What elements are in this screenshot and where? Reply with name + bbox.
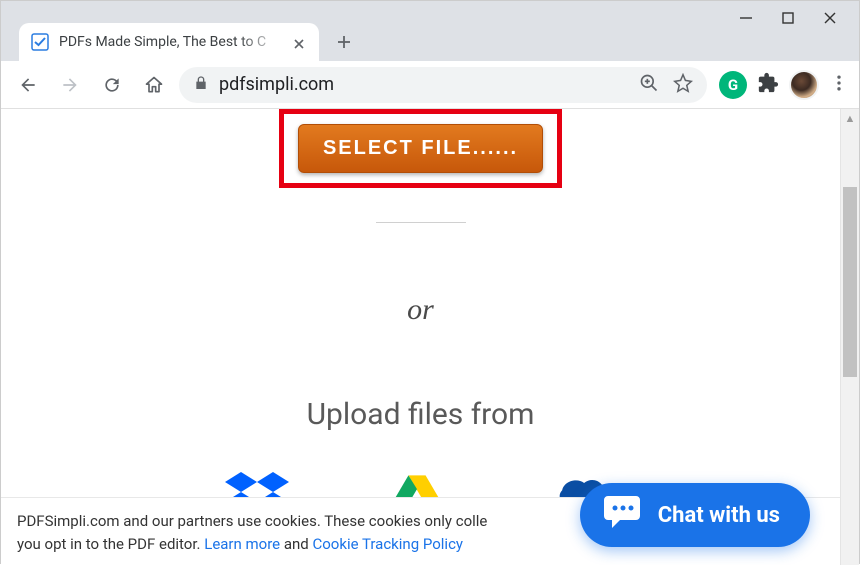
nav-home-button[interactable] [137, 68, 171, 102]
chat-bubble-icon [602, 494, 642, 536]
horizontal-divider [376, 222, 466, 223]
profile-avatar[interactable] [789, 70, 819, 100]
chrome-menu-icon[interactable] [829, 73, 849, 97]
upload-from-heading: Upload files from [307, 397, 535, 432]
browser-tab-active[interactable]: PDFs Made Simple, The Best to C [19, 23, 319, 61]
grammarly-extension-icon[interactable]: G [719, 71, 747, 99]
select-file-button[interactable]: SELECT FILE...... [298, 124, 543, 173]
nav-reload-button[interactable] [95, 68, 129, 102]
zoom-icon[interactable] [639, 73, 659, 97]
viewport: SELECT FILE...... or Upload files from [1, 109, 859, 565]
new-tab-button[interactable] [329, 27, 359, 57]
page-content: SELECT FILE...... or Upload files from [1, 109, 840, 565]
tab-favicon-icon [31, 33, 49, 51]
bookmark-star-icon[interactable] [673, 73, 693, 97]
window-maximize-button[interactable] [781, 11, 795, 25]
nav-back-button[interactable] [11, 68, 45, 102]
window-titlebar [1, 1, 859, 17]
extensions-puzzle-icon[interactable] [757, 72, 779, 98]
select-file-highlight: SELECT FILE...... [279, 109, 562, 188]
vertical-scrollbar[interactable]: ▲ [840, 109, 859, 565]
or-separator-text: or [407, 293, 434, 327]
lock-icon [193, 75, 209, 95]
tab-close-icon[interactable] [293, 35, 307, 49]
cookie-text-line2: you opt in to the PDF editor. [17, 535, 204, 553]
url-text: pdfsimpli.com [219, 74, 334, 95]
scrollbar-thumb[interactable] [843, 187, 857, 377]
cookie-policy-link[interactable]: Cookie Tracking Policy [312, 535, 463, 553]
tab-title: PDFs Made Simple, The Best to C [59, 34, 283, 50]
cookie-learn-more-link[interactable]: Learn more [204, 535, 280, 553]
cookie-and-text: and [280, 535, 312, 553]
window-minimize-button[interactable] [739, 11, 753, 25]
window-close-button[interactable] [823, 11, 837, 25]
address-bar[interactable]: pdfsimpli.com [179, 67, 707, 103]
chat-widget-button[interactable]: Chat with us [580, 483, 810, 547]
browser-tabstrip: PDFs Made Simple, The Best to C [1, 17, 859, 61]
chat-label: Chat with us [658, 503, 780, 528]
browser-toolbar: pdfsimpli.com G [1, 61, 859, 109]
cookie-text-line1: PDFSimpli.com and our partners use cooki… [17, 512, 487, 530]
nav-forward-button[interactable] [53, 68, 87, 102]
scroll-up-arrow-icon[interactable]: ▲ [841, 109, 859, 127]
